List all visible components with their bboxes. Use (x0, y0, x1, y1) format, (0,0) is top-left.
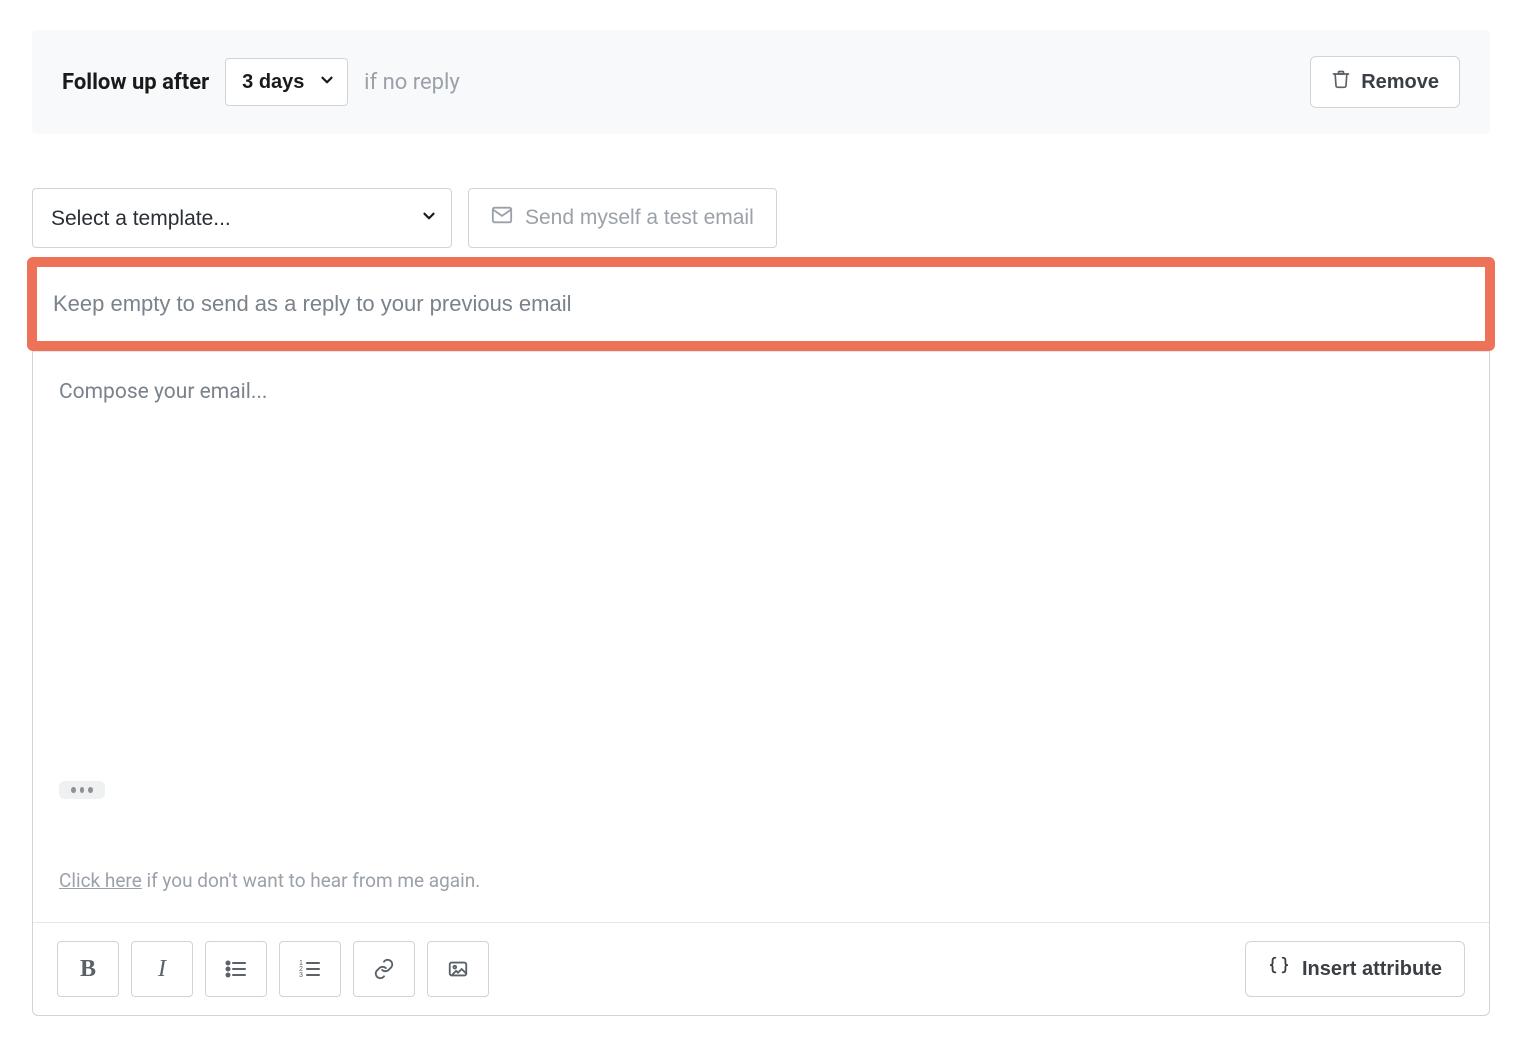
followup-header: Follow up after 3 days if no reply Remov… (32, 30, 1490, 134)
braces-icon (1268, 955, 1290, 983)
send-test-email-button[interactable]: Send myself a test email (468, 188, 777, 248)
link-button[interactable] (353, 941, 415, 997)
template-select[interactable]: Select a template... (32, 188, 452, 248)
svg-text:3: 3 (299, 972, 303, 979)
ellipsis-icon[interactable] (59, 781, 105, 799)
template-row: Select a template... Send myself a test … (32, 188, 1490, 248)
insert-attribute-label: Insert attribute (1302, 958, 1442, 981)
template-select-wrap: Select a template... (32, 188, 452, 248)
bullet-list-button[interactable] (205, 941, 267, 997)
followup-header-left: Follow up after 3 days if no reply (62, 58, 460, 106)
body-area[interactable]: Compose your email... Click here if you … (33, 352, 1489, 912)
bold-icon: B (80, 956, 96, 983)
trash-icon (1331, 69, 1351, 95)
body-spacer (59, 404, 1463, 771)
image-icon (447, 958, 469, 980)
unsubscribe-link[interactable]: Click here (59, 869, 142, 892)
insert-attribute-button[interactable]: Insert attribute (1245, 941, 1465, 997)
followup-suffix: if no reply (364, 70, 460, 95)
numbered-list-icon: 123 (298, 957, 322, 981)
toolbar-left: B I 123 (57, 941, 489, 997)
image-button[interactable] (427, 941, 489, 997)
editor-toolbar: B I 123 (33, 922, 1489, 1015)
envelope-icon (491, 204, 513, 232)
link-icon (373, 958, 395, 980)
subject-input[interactable] (53, 291, 1469, 317)
bullet-list-icon (224, 957, 248, 981)
followup-days-wrap: 3 days (225, 58, 348, 106)
subject-highlight-box (27, 257, 1495, 351)
followup-days-select[interactable]: 3 days (225, 58, 348, 106)
email-editor: Compose your email... Click here if you … (32, 262, 1490, 1016)
unsubscribe-suffix: if you don't want to hear from me again. (142, 869, 480, 892)
numbered-list-button[interactable]: 123 (279, 941, 341, 997)
italic-button[interactable]: I (131, 941, 193, 997)
bold-button[interactable]: B (57, 941, 119, 997)
send-test-email-label: Send myself a test email (525, 206, 754, 230)
remove-button-label: Remove (1361, 71, 1439, 94)
body-placeholder-text: Compose your email... (59, 380, 1463, 404)
italic-icon: I (158, 956, 166, 983)
unsubscribe-line: Click here if you don't want to hear fro… (59, 869, 1463, 892)
remove-button[interactable]: Remove (1310, 56, 1460, 108)
followup-label: Follow up after (62, 70, 209, 95)
